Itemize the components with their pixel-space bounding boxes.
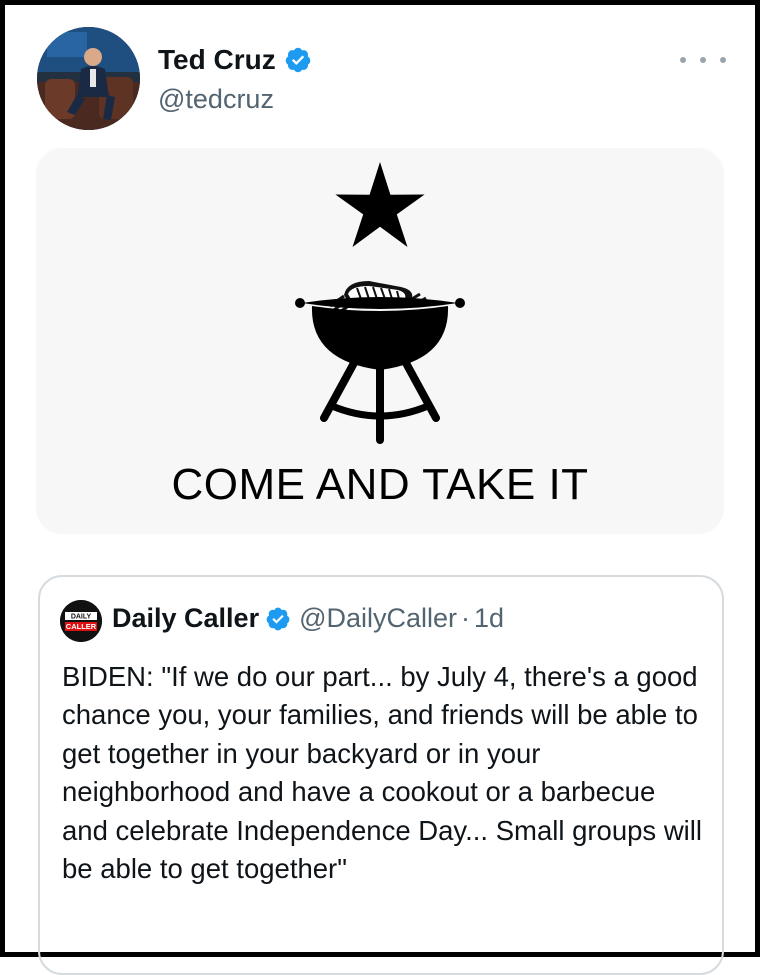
logo-line-2: CALLER [66, 622, 97, 631]
grill-icon [295, 281, 465, 444]
avatar[interactable] [37, 27, 140, 130]
verified-badge-icon [285, 47, 310, 73]
quoted-tweet-header[interactable]: Daily Caller @DailyCaller · 1d [112, 603, 504, 634]
media-caption: COME AND TAKE IT [171, 460, 589, 509]
verified-badge-icon [266, 607, 290, 630]
author-handle[interactable]: @tedcruz [158, 84, 274, 115]
separator-dot: · [461, 603, 471, 633]
quoted-timestamp[interactable]: 1d [474, 603, 504, 634]
more-options-button[interactable] [680, 48, 726, 72]
daily-caller-logo[interactable]: DAILY CALLER [60, 600, 102, 642]
quoted-author-name[interactable]: Daily Caller [112, 603, 259, 634]
author-name[interactable]: Ted Cruz [158, 44, 276, 76]
quoted-author-handle[interactable]: @DailyCaller [299, 603, 457, 634]
author-name-row[interactable]: Ted Cruz [158, 44, 312, 76]
star-icon [335, 162, 425, 247]
avatar-photo [37, 27, 140, 130]
quoted-tweet-text: BIDEN: "If we do our part... by July 4, … [62, 661, 703, 885]
ellipsis-icon [680, 57, 686, 63]
logo-line-1: DAILY [71, 614, 92, 621]
